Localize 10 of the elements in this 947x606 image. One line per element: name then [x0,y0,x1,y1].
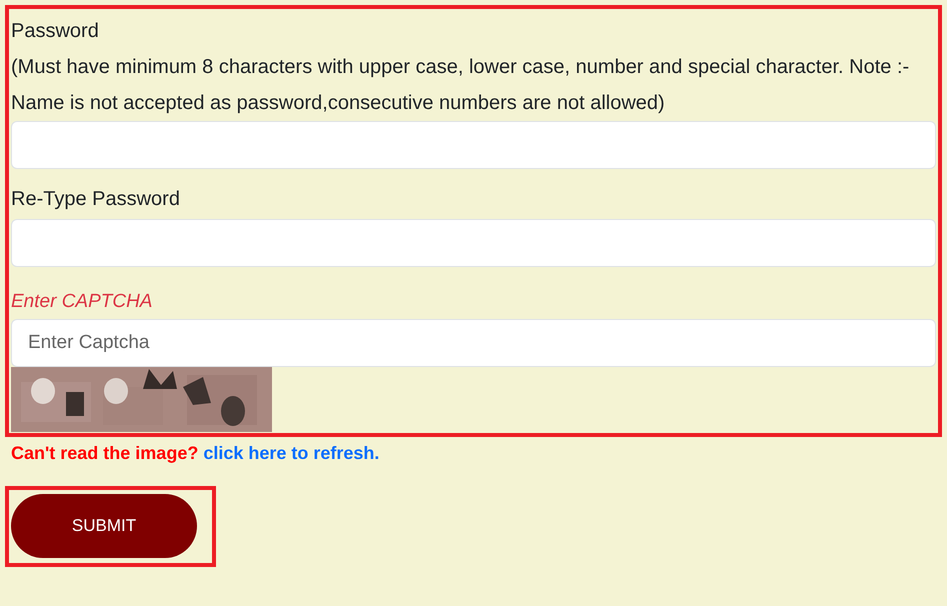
password-hint: (Must have minimum 8 characters with upper case, lower case, number and special character. Note :- Name is not accepted as password,consecutive numbers are not allowed) [11,55,910,116]
refresh-prompt: Can't read the image? [11,443,198,463]
password-field[interactable] [11,121,936,169]
submit-button[interactable]: SUBMIT [11,494,197,558]
password-field[interactable] [11,219,936,267]
captcha-field[interactable]: Enter Captcha [11,319,936,367]
field-label: Password [11,19,99,44]
refresh-link[interactable]: click here to refresh. [203,443,380,463]
captcha-label: Enter CAPTCHA [11,290,152,314]
field-label: Re-Type Password [11,187,180,212]
